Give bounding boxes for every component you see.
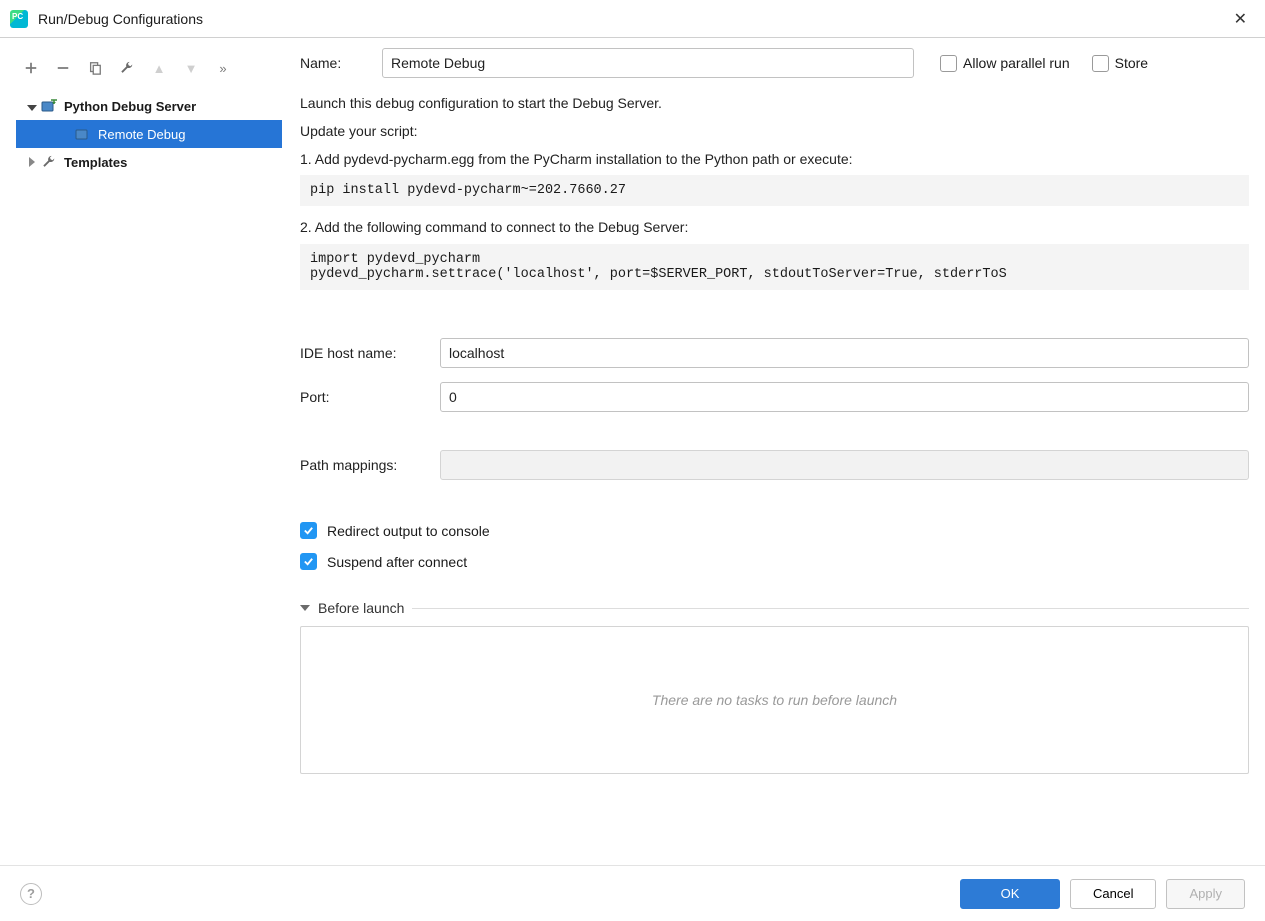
update-script-label: Update your script: [300,120,1249,144]
settrace-code[interactable]: import pydevd_pycharm pydevd_pycharm.set… [300,244,1249,290]
name-label: Name: [300,55,382,71]
tree-group-python-debug-server[interactable]: Python Debug Server [16,92,282,120]
step1-text: 1. Add pydevd-pycharm.egg from the PyCha… [300,148,1249,172]
chevron-down-icon[interactable] [300,605,310,611]
copy-icon[interactable] [86,59,104,77]
tree-item-label: Remote Debug [98,127,185,142]
name-input[interactable] [382,48,914,78]
port-input[interactable] [440,382,1249,412]
more-icon[interactable]: » [214,59,232,77]
tree-group-templates[interactable]: Templates [16,148,282,176]
help-icon[interactable]: ? [20,883,42,905]
edit-icon[interactable] [118,59,136,77]
tree-item-remote-debug[interactable]: Remote Debug [16,120,282,148]
move-down-icon[interactable]: ▼ [182,59,200,77]
window-title: Run/Debug Configurations [38,11,203,27]
host-input[interactable] [440,338,1249,368]
chevron-right-icon[interactable] [24,155,40,170]
python-debug-icon [74,126,92,142]
suspend-connect-label: Suspend after connect [327,554,467,570]
port-label: Port: [300,389,440,405]
path-mappings-input[interactable] [440,450,1249,480]
launch-description: Launch this debug configuration to start… [300,92,1249,116]
add-icon[interactable] [22,59,40,77]
before-launch-list[interactable]: There are no tasks to run before launch [300,626,1249,774]
allow-parallel-label: Allow parallel run [963,55,1070,71]
tree-group-label: Python Debug Server [64,99,196,114]
close-icon[interactable]: ✕ [1226,5,1255,33]
allow-parallel-checkbox[interactable] [940,55,957,72]
cancel-button[interactable]: Cancel [1070,879,1156,909]
wrench-icon [40,154,58,170]
before-launch-empty: There are no tasks to run before launch [652,692,897,708]
titlebar: Run/Debug Configurations ✕ [0,0,1265,38]
before-launch-header[interactable]: Before launch [300,600,1249,616]
chevron-down-icon[interactable] [24,99,40,114]
remove-icon[interactable] [54,59,72,77]
step2-text: 2. Add the following command to connect … [300,216,1249,240]
tree-group-label: Templates [64,155,127,170]
host-label: IDE host name: [300,345,440,361]
redirect-output-checkbox[interactable] [300,522,317,539]
suspend-connect-checkbox[interactable] [300,553,317,570]
ok-button[interactable]: OK [960,879,1060,909]
store-checkbox[interactable] [1092,55,1109,72]
config-toolbar: ▲ ▼ » [16,48,282,88]
pip-install-code[interactable]: pip install pydevd-pycharm~=202.7660.27 [300,175,1249,206]
move-up-icon[interactable]: ▲ [150,59,168,77]
before-launch-label: Before launch [318,600,404,616]
apply-button[interactable]: Apply [1166,879,1245,909]
redirect-output-label: Redirect output to console [327,523,490,539]
store-label: Store [1115,55,1148,71]
python-debug-icon [40,98,58,114]
main-panel: Name: Allow parallel run Store Launch th… [282,48,1265,865]
config-tree: Python Debug Server Remote Debug Templat… [16,88,282,865]
dialog-footer: ? OK Cancel Apply [0,865,1265,921]
pycharm-icon [10,10,28,28]
sidebar: ▲ ▼ » Python Debug Server Remote Debug T… [0,48,282,865]
mappings-label: Path mappings: [300,457,440,473]
